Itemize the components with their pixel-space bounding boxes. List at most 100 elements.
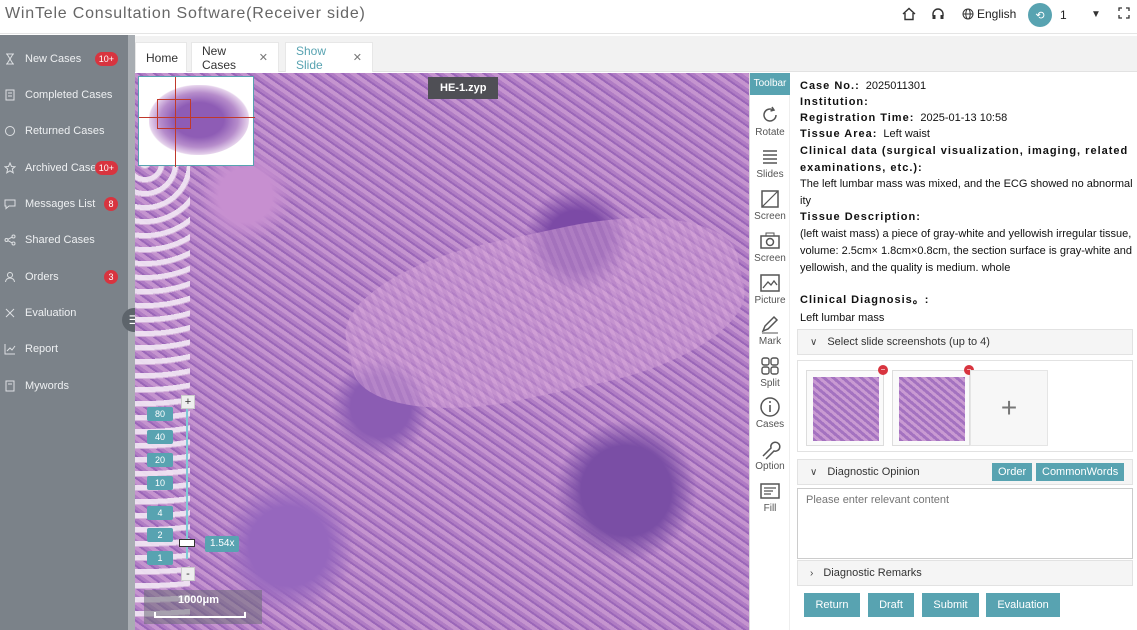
diagnosis-label: Clinical Diagnosis。: xyxy=(800,292,1135,309)
registration-value: 2025-01-13 10:58 xyxy=(920,112,1008,124)
picture-tool[interactable]: Picture xyxy=(750,272,790,306)
chart-icon xyxy=(4,343,16,355)
scale-label: 1000μm xyxy=(178,594,219,606)
close-icon[interactable]: ✕ xyxy=(259,51,268,64)
zoom-out-button[interactable]: - xyxy=(181,567,195,581)
wrench-icon xyxy=(762,441,781,460)
badge-count: 8 xyxy=(104,197,118,211)
rotate-tool[interactable]: Rotate xyxy=(750,104,790,138)
remarks-title: Diagnostic Remarks xyxy=(823,567,922,579)
tab-new-cases[interactable]: New Cases ✕ xyxy=(191,42,279,72)
sidebar-item-archived-cases[interactable]: Archived Cases 10+ xyxy=(0,156,128,180)
zoom-level-10[interactable]: 10 xyxy=(147,476,173,490)
screenshots-section-header[interactable]: ∨ Select slide screenshots (up to 4) xyxy=(797,329,1133,355)
sidebar-item-completed-cases[interactable]: Completed Cases xyxy=(0,83,128,107)
sidebar-item-returned-cases[interactable]: Returned Cases xyxy=(0,119,128,143)
sidebar-item-label: Evaluation xyxy=(25,307,77,319)
chevron-down-icon: ∨ xyxy=(810,466,818,478)
grid-icon xyxy=(761,357,779,375)
close-icon[interactable]: ✕ xyxy=(353,51,362,64)
minimap-viewport[interactable] xyxy=(157,99,191,129)
draft-button[interactable]: Draft xyxy=(868,593,914,617)
sidebar-item-new-cases[interactable]: New Cases 10+ xyxy=(0,47,128,71)
words-icon xyxy=(4,380,16,392)
zoom-level-4[interactable]: 4 xyxy=(147,506,173,520)
sidebar-item-label: Orders xyxy=(25,271,59,283)
sidebar-item-mywords[interactable]: Mywords xyxy=(0,374,128,398)
evaluation-button[interactable]: Evaluation xyxy=(986,593,1060,617)
delete-icon[interactable]: − xyxy=(878,365,888,375)
sidebar-item-messages-list[interactable]: Messages List 8 xyxy=(0,192,128,216)
tab-show-slide[interactable]: Show Slide ✕ xyxy=(285,42,373,72)
zoom-level-1[interactable]: 1 xyxy=(147,551,173,565)
star-icon xyxy=(3,161,17,174)
option-tool[interactable]: Option xyxy=(750,438,790,472)
app-title: WinTele Consultation Software(Receiver s… xyxy=(5,5,366,22)
zoom-level-40[interactable]: 40 xyxy=(147,430,173,444)
zoom-level-20[interactable]: 20 xyxy=(147,453,173,467)
zoom-track[interactable] xyxy=(186,409,188,559)
mark-tool[interactable]: Mark xyxy=(750,313,790,347)
zoom-slider-handle[interactable] xyxy=(179,539,195,547)
screenshot-thumb[interactable]: − xyxy=(892,365,974,446)
opinion-title: Diagnostic Opinion xyxy=(827,466,920,478)
sidebar-item-label: New Cases xyxy=(25,53,82,65)
chevron-right-icon: › xyxy=(810,567,814,579)
tissue-stroma-region xyxy=(332,193,749,433)
fullscreen-icon[interactable] xyxy=(1118,7,1134,23)
picture-icon xyxy=(760,274,780,292)
tab-home[interactable]: Home xyxy=(135,42,187,72)
remarks-section-header[interactable]: › Diagnostic Remarks xyxy=(797,560,1133,586)
slides-tool[interactable]: Slides xyxy=(750,146,790,180)
home-icon[interactable] xyxy=(902,7,918,23)
sidebar-edge xyxy=(128,35,135,630)
form-icon xyxy=(760,483,780,499)
tool-label: Cases xyxy=(755,419,785,430)
sidebar-item-label: Shared Cases xyxy=(25,234,95,246)
opinion-section-header[interactable]: ∨ Diagnostic Opinion Order CommonWords xyxy=(797,459,1133,485)
pen-icon xyxy=(761,315,779,334)
tissue-area-label: Tissue Area: xyxy=(800,128,878,140)
sidebar-item-orders[interactable]: Orders 3 xyxy=(0,265,128,289)
sidebar-item-report[interactable]: Report xyxy=(0,337,128,361)
tissue-area-row: Tissue Area: Left waist xyxy=(800,126,1135,143)
slide-minimap[interactable] xyxy=(138,76,255,167)
sidebar-item-label: Returned Cases xyxy=(25,125,105,137)
tissue-desc-label: Tissue Description: xyxy=(800,209,1135,226)
headset-icon[interactable] xyxy=(931,7,947,23)
cases-tool[interactable]: Cases xyxy=(750,396,790,430)
screenshot-thumb[interactable]: − xyxy=(806,365,888,446)
zoom-level-2[interactable]: 2 xyxy=(147,528,173,542)
screen-select-tool[interactable]: Screen xyxy=(750,188,790,222)
add-screenshot-button[interactable]: + xyxy=(970,370,1048,446)
sidebar-item-shared-cases[interactable]: Shared Cases xyxy=(0,228,128,252)
return-button[interactable]: Return xyxy=(804,593,860,617)
case-panel: Case No.: 2025011301 Institution: Registr… xyxy=(791,73,1137,630)
share-icon xyxy=(4,234,16,246)
viewer-toolbar: Toolbar Rotate Slides Screen Screen Pict… xyxy=(749,73,790,630)
screenshot-image xyxy=(899,377,965,441)
case-no-row: Case No.: 2025011301 xyxy=(800,78,1135,95)
slide-viewer[interactable]: HE-1.zyp + 80 40 20 10 4 2 1 1.54x - 100… xyxy=(135,73,749,630)
sidebar-item-label: Mywords xyxy=(25,380,70,392)
avatar[interactable]: ⟲ xyxy=(1028,3,1052,27)
zoom-in-button[interactable]: + xyxy=(181,395,195,409)
order-button[interactable]: Order xyxy=(992,463,1033,481)
toolbar-title: Toolbar xyxy=(750,73,790,95)
institution-row: Institution: xyxy=(800,94,1135,111)
scale-line xyxy=(154,612,246,618)
language-selector[interactable]: English xyxy=(962,7,1016,21)
diagnosis-heading: Clinical Diagnosis。: xyxy=(800,294,930,306)
screen-capture-tool[interactable]: Screen xyxy=(750,230,790,264)
sidebar-item-evaluation[interactable]: Evaluation xyxy=(0,301,128,325)
chevron-down-icon: ∨ xyxy=(810,336,818,348)
chevron-down-icon[interactable]: ▼ xyxy=(1091,9,1101,20)
common-words-button[interactable]: CommonWords xyxy=(1036,463,1125,481)
fill-tool[interactable]: Fill xyxy=(750,480,790,514)
zoom-level-80[interactable]: 80 xyxy=(147,407,173,421)
minimap-crosshair-h xyxy=(139,117,255,118)
split-tool[interactable]: Split xyxy=(750,355,790,389)
submit-button[interactable]: Submit xyxy=(922,593,979,617)
user-name[interactable]: 1 xyxy=(1060,8,1067,22)
diagnostic-opinion-input[interactable] xyxy=(797,488,1133,559)
